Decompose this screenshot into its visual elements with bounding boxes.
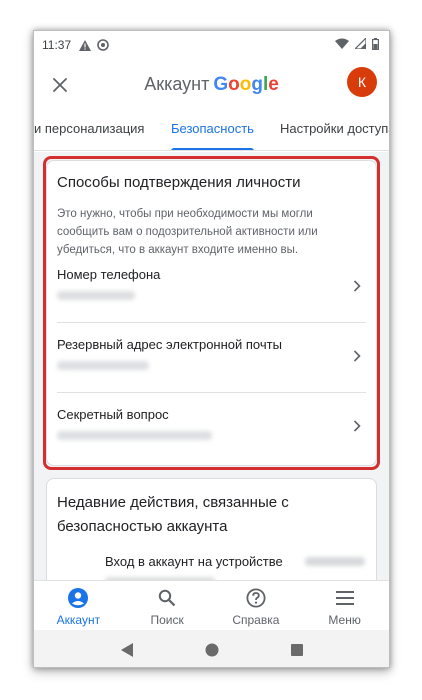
- bottom-navigation: Аккаунт Поиск Справка Меню: [34, 580, 389, 630]
- tab-label: и персонализация: [34, 121, 145, 136]
- back-button[interactable]: [119, 642, 135, 658]
- activity-event[interactable]: Вход в аккаунт на устройстве: [105, 554, 283, 569]
- phone-screen: 11:37 Аккаунт Google К и персонализация …: [33, 30, 390, 668]
- page-title: Аккаунт Google: [144, 74, 279, 96]
- close-icon: [53, 78, 67, 92]
- avatar[interactable]: К: [347, 67, 377, 97]
- redacted-value: [57, 291, 135, 300]
- wifi-icon: [335, 38, 349, 52]
- redacted-device: [305, 557, 365, 566]
- google-logo: Google: [213, 74, 279, 95]
- nav-label: Справка: [232, 613, 280, 627]
- system-navigation-bar: [34, 630, 389, 667]
- close-button[interactable]: [48, 73, 72, 97]
- chevron-right-icon: [350, 417, 364, 435]
- row-label: Секретный вопрос: [57, 407, 169, 422]
- tab-personalization[interactable]: и персонализация: [34, 111, 145, 150]
- nav-menu[interactable]: Меню: [300, 581, 389, 630]
- data-saver-icon: [97, 39, 109, 51]
- card-description: Это нужно, чтобы при необходимости мы мо…: [57, 208, 318, 256]
- home-circle-icon: [205, 643, 218, 656]
- account-circle-icon: [67, 587, 89, 609]
- nav-account[interactable]: Аккаунт: [34, 581, 123, 630]
- menu-icon: [334, 587, 356, 609]
- nav-label: Поиск: [150, 613, 184, 627]
- row-label: Номер телефона: [57, 267, 161, 282]
- title-prefix: Аккаунт: [144, 74, 210, 94]
- main-content[interactable]: Способы подтверждения личности Это нужно…: [34, 152, 389, 580]
- tab-bar: и персонализация Безопасность Настройки …: [34, 111, 389, 151]
- card-title: Способы подтверждения личности: [57, 174, 301, 191]
- search-icon: [156, 587, 178, 609]
- secret-question-row[interactable]: Секретный вопрос: [47, 393, 376, 463]
- phone-number-row[interactable]: Номер телефона: [47, 253, 376, 323]
- recent-security-activity-card: Недавние действия, связанные с безопасно…: [46, 478, 377, 580]
- recents-square-icon: [290, 643, 303, 656]
- nav-help[interactable]: Справка: [212, 581, 301, 630]
- active-tab-indicator: [171, 148, 254, 150]
- battery-icon: [372, 37, 380, 53]
- tab-label: Настройки доступа: [280, 121, 389, 136]
- nav-label: Аккаунт: [56, 613, 101, 627]
- home-button[interactable]: [204, 642, 220, 658]
- recents-button[interactable]: [289, 642, 305, 658]
- tab-security[interactable]: Безопасность: [171, 111, 254, 150]
- status-bar: 11:37: [34, 31, 389, 59]
- tab-sharing-settings[interactable]: Настройки доступа: [280, 111, 389, 150]
- chevron-right-icon: [350, 277, 364, 295]
- row-label: Резервный адрес электронной почты: [57, 337, 282, 352]
- help-icon: [245, 587, 267, 609]
- tab-label: Безопасность: [171, 121, 254, 136]
- redacted-value: [57, 431, 212, 440]
- card-title: Недавние действия, связанные с безопасно…: [57, 494, 289, 535]
- nav-label: Меню: [328, 613, 361, 627]
- warning-icon: [79, 39, 92, 51]
- status-time: 11:37: [42, 38, 72, 52]
- backup-email-row[interactable]: Резервный адрес электронной почты: [47, 323, 376, 393]
- app-header: Аккаунт Google К: [34, 59, 389, 111]
- cellular-signal-icon: [353, 36, 367, 52]
- chevron-right-icon: [350, 347, 364, 365]
- identity-verification-card: Способы подтверждения личности Это нужно…: [46, 160, 377, 466]
- nav-search[interactable]: Поиск: [123, 581, 212, 630]
- redacted-value: [57, 361, 149, 370]
- back-triangle-icon: [120, 642, 133, 657]
